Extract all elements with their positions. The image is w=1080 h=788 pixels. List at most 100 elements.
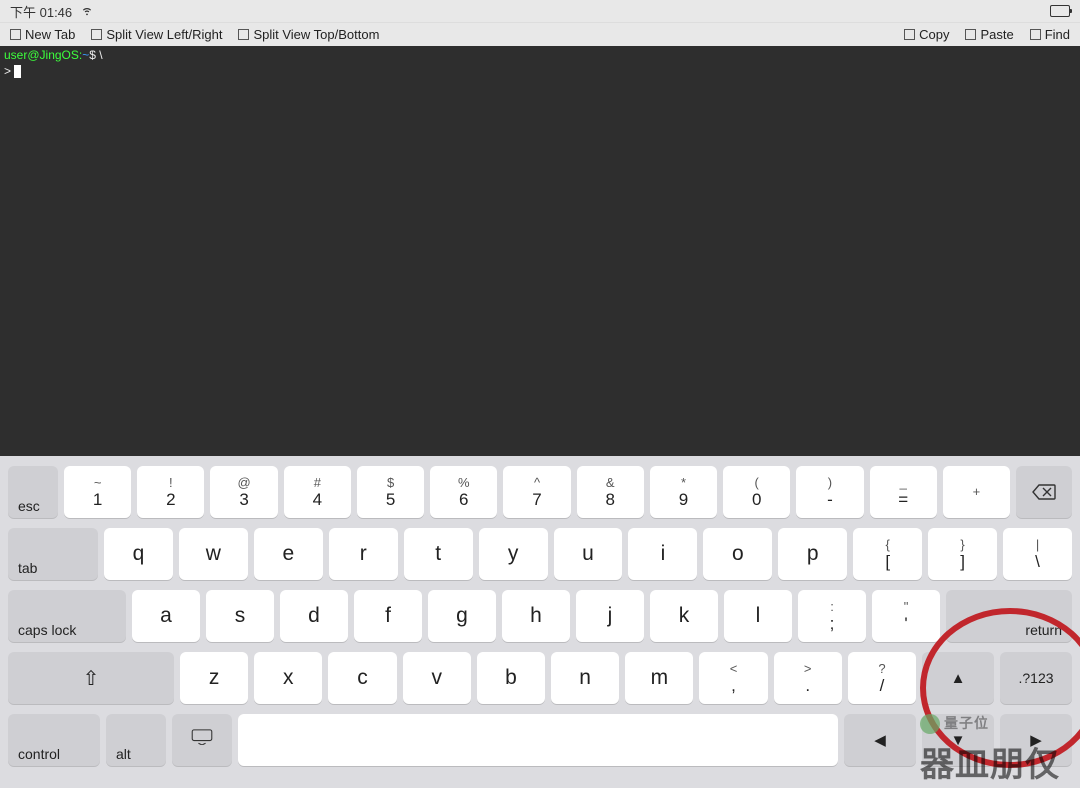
wifi-icon xyxy=(80,3,94,20)
cursor xyxy=(14,65,21,78)
key-equals[interactable]: _= xyxy=(870,466,937,518)
key-z[interactable]: z xyxy=(180,652,248,704)
paste-button[interactable]: Paste xyxy=(965,27,1013,42)
key-period[interactable]: >. xyxy=(774,652,842,704)
find-label: Find xyxy=(1045,27,1070,42)
key-return[interactable]: return xyxy=(946,590,1072,642)
split-left-right-button[interactable]: Split View Left/Right xyxy=(91,27,222,42)
key-arrow-down[interactable]: ▼ xyxy=(922,714,994,766)
key-7[interactable]: ^7 xyxy=(503,466,570,518)
key-arrow-left[interactable]: ◀ xyxy=(844,714,916,766)
key-x[interactable]: x xyxy=(254,652,322,704)
key-0[interactable]: (0 xyxy=(723,466,790,518)
continuation-prompt: > xyxy=(4,64,11,78)
key-h[interactable]: h xyxy=(502,590,570,642)
key-arrow-right[interactable]: ▶ xyxy=(1000,714,1072,766)
clock: 下午 01:46 xyxy=(10,2,72,21)
key-backslash[interactable]: |\ xyxy=(1003,528,1072,580)
key-l[interactable]: l xyxy=(724,590,792,642)
key-1[interactable]: ~1 xyxy=(64,466,131,518)
key-b[interactable]: b xyxy=(477,652,545,704)
key-hide-keyboard[interactable] xyxy=(172,714,232,766)
key-5[interactable]: $5 xyxy=(357,466,424,518)
split-lr-icon xyxy=(91,29,102,40)
key-2[interactable]: !2 xyxy=(137,466,204,518)
battery-icon xyxy=(1050,5,1070,17)
key-comma[interactable]: <, xyxy=(699,652,767,704)
key-m[interactable]: m xyxy=(625,652,693,704)
split-top-bottom-button[interactable]: Split View Top/Bottom xyxy=(238,27,379,42)
key-backspace[interactable] xyxy=(1016,466,1072,518)
key-9[interactable]: *9 xyxy=(650,466,717,518)
key-y[interactable]: y xyxy=(479,528,548,580)
split-tb-icon xyxy=(238,29,249,40)
copy-button[interactable]: Copy xyxy=(904,27,949,42)
new-tab-button[interactable]: New Tab xyxy=(10,27,75,42)
new-tab-icon xyxy=(10,29,21,40)
paste-label: Paste xyxy=(980,27,1013,42)
key-alt[interactable]: alt xyxy=(106,714,166,766)
find-button[interactable]: Find xyxy=(1030,27,1070,42)
key-i[interactable]: i xyxy=(628,528,697,580)
key-space[interactable] xyxy=(238,714,838,766)
key-d[interactable]: d xyxy=(280,590,348,642)
status-bar: 下午 01:46 xyxy=(0,0,1080,22)
new-tab-label: New Tab xyxy=(25,27,75,42)
key-4[interactable]: #4 xyxy=(284,466,351,518)
terminal-line-1: user@JingOS:~$ \ xyxy=(4,48,1076,64)
prompt-symbol: $ xyxy=(89,48,96,62)
keyboard-row-1: esc ~1 !2 @3 #4 $5 %6 ^7 &8 *9 (0 )- _= … xyxy=(8,466,1072,518)
key-t[interactable]: t xyxy=(404,528,473,580)
key-tab[interactable]: tab xyxy=(8,528,98,580)
key-caps-lock[interactable]: caps lock xyxy=(8,590,126,642)
arrow-left-icon: ◀ xyxy=(874,731,886,749)
key-3[interactable]: @3 xyxy=(210,466,277,518)
key-c[interactable]: c xyxy=(328,652,396,704)
virtual-keyboard: esc ~1 !2 @3 #4 $5 %6 ^7 &8 *9 (0 )- _= … xyxy=(0,456,1080,788)
key-control[interactable]: control xyxy=(8,714,100,766)
terminal[interactable]: user@JingOS:~$ \ > xyxy=(0,46,1080,456)
copy-label: Copy xyxy=(919,27,949,42)
key-o[interactable]: o xyxy=(703,528,772,580)
key-left-bracket[interactable]: {[ xyxy=(853,528,922,580)
key-arrow-up[interactable]: ▲ xyxy=(922,652,994,704)
keyboard-row-4: ⇧ z x c v b n m <, >. ?/ ▲ .?123 xyxy=(8,652,1072,704)
key-e[interactable]: e xyxy=(254,528,323,580)
key-k[interactable]: k xyxy=(650,590,718,642)
key-right-bracket[interactable]: }] xyxy=(928,528,997,580)
key-v[interactable]: v xyxy=(403,652,471,704)
key-quote[interactable]: "' xyxy=(872,590,940,642)
paste-icon xyxy=(965,29,976,40)
key-plus[interactable]: + xyxy=(943,466,1010,518)
key-6[interactable]: %6 xyxy=(430,466,497,518)
terminal-line-2: > xyxy=(4,64,1076,80)
keyboard-hide-icon xyxy=(191,729,213,751)
keyboard-row-3: caps lock a s d f g h j k l :; "' return xyxy=(8,590,1072,642)
key-8[interactable]: &8 xyxy=(577,466,644,518)
key-minus[interactable]: )- xyxy=(796,466,863,518)
key-q[interactable]: q xyxy=(104,528,173,580)
key-s[interactable]: s xyxy=(206,590,274,642)
key-semicolon[interactable]: :; xyxy=(798,590,866,642)
key-esc[interactable]: esc xyxy=(8,466,58,518)
key-a[interactable]: a xyxy=(132,590,200,642)
key-w[interactable]: w xyxy=(179,528,248,580)
key-p[interactable]: p xyxy=(778,528,847,580)
key-slash[interactable]: ?/ xyxy=(848,652,916,704)
keyboard-row-5: control alt ◀ ▼ ▶ xyxy=(8,714,1072,766)
key-r[interactable]: r xyxy=(329,528,398,580)
key-numeric-toggle[interactable]: .?123 xyxy=(1000,652,1072,704)
key-shift[interactable]: ⇧ xyxy=(8,652,174,704)
arrow-right-icon: ▶ xyxy=(1030,731,1042,749)
key-j[interactable]: j xyxy=(576,590,644,642)
find-icon xyxy=(1030,29,1041,40)
shift-icon: ⇧ xyxy=(83,666,100,691)
backspace-icon xyxy=(1032,484,1056,500)
key-g[interactable]: g xyxy=(428,590,496,642)
split-lr-label: Split View Left/Right xyxy=(106,27,222,42)
prompt-user: user@JingOS: xyxy=(4,48,82,62)
key-n[interactable]: n xyxy=(551,652,619,704)
key-u[interactable]: u xyxy=(554,528,623,580)
copy-icon xyxy=(904,29,915,40)
key-f[interactable]: f xyxy=(354,590,422,642)
